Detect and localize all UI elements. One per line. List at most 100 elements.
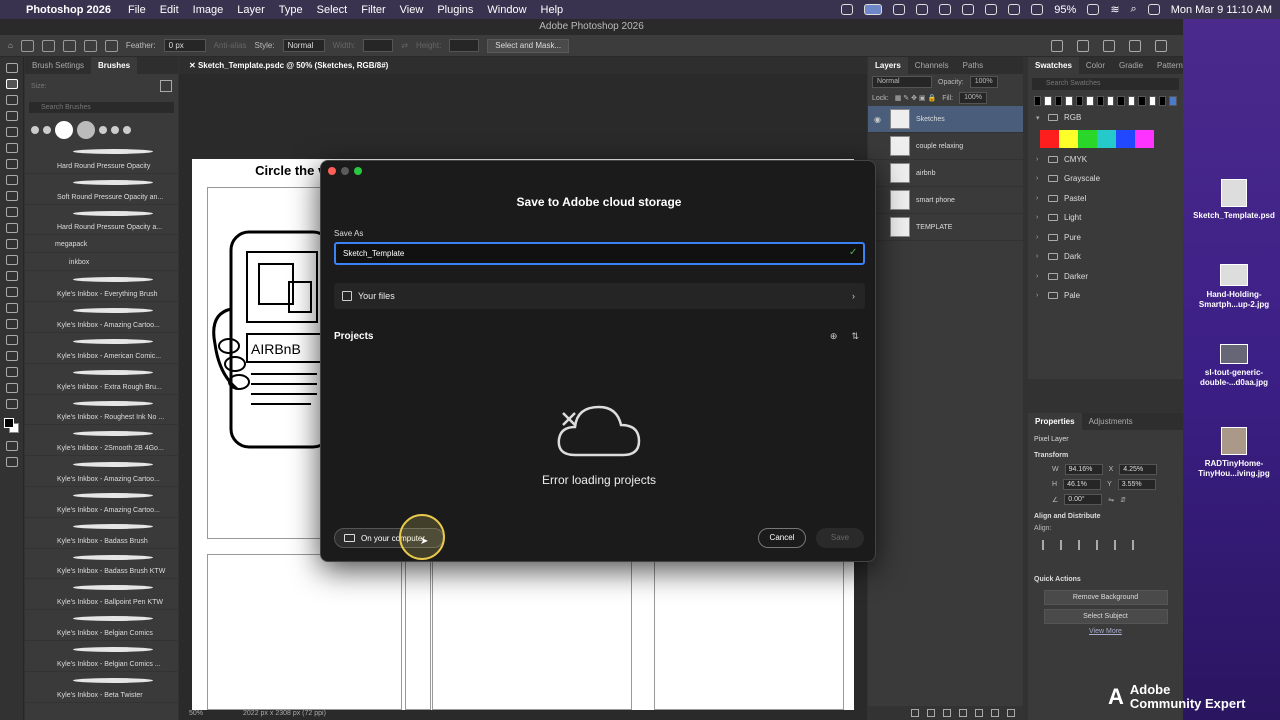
menu-select[interactable]: Select (310, 4, 355, 16)
height-input[interactable] (449, 39, 480, 52)
brush-preset[interactable]: Kyle's Inkbox - Belgian Comics ... (25, 641, 178, 672)
brush-preset[interactable]: Kyle's Inkbox - Badass Brush (25, 518, 178, 549)
brush-search-input[interactable]: Search Brushes (29, 102, 174, 113)
brush-preset[interactable]: Kyle's Inkbox - Beta Twister (25, 672, 178, 703)
swatch-group[interactable]: › Pale (1028, 286, 1183, 306)
zoom-level[interactable]: 50% (189, 710, 203, 720)
eyedropper-tool-icon[interactable] (5, 159, 18, 169)
color-swatch[interactable] (1135, 129, 1154, 148)
color-swatch[interactable] (1065, 96, 1073, 106)
swatch-group[interactable]: › CMYK (1028, 150, 1183, 170)
extension-icon[interactable] (841, 4, 854, 15)
style-select[interactable]: Normal (282, 39, 325, 52)
filename-input[interactable] (334, 242, 865, 265)
color-swatch[interactable] (1040, 129, 1059, 148)
menu-help[interactable]: Help (534, 4, 571, 16)
align-middle-icon[interactable] (1114, 540, 1122, 550)
dodge-tool-icon[interactable] (5, 287, 18, 297)
frame-tool-icon[interactable] (5, 143, 18, 153)
battery-percent[interactable]: 95% (1054, 4, 1076, 16)
brush-preset[interactable]: Kyle's Inkbox - 2Smooth 2B 4Go... (25, 425, 178, 457)
fill-input[interactable]: 100% (959, 92, 987, 104)
brush-preset[interactable]: Kyle's Inkbox - Amazing Cartoo... (25, 456, 178, 487)
document-tab[interactable]: ✕ Sketch_Template.psdc @ 50% (Sketches, … (179, 57, 867, 74)
menu-window[interactable]: Window (480, 4, 533, 16)
flip-horizontal-icon[interactable]: ⇋ (1108, 496, 1114, 504)
menu-image[interactable]: Image (186, 4, 231, 16)
tab-color[interactable]: Color (1079, 57, 1112, 74)
marquee-tool-icon[interactable] (5, 79, 18, 89)
color-swatch[interactable] (1059, 129, 1078, 148)
help-icon[interactable] (1103, 39, 1115, 52)
swatch-group[interactable]: › Light (1028, 208, 1183, 228)
color-swatch[interactable] (1075, 96, 1084, 106)
color-swatch[interactable] (1044, 96, 1052, 106)
height-input[interactable]: 46.1% (1063, 479, 1102, 490)
brush-tip[interactable] (55, 121, 73, 139)
width-input[interactable]: 94.16% (1064, 464, 1103, 475)
color-swatch[interactable] (1034, 96, 1042, 106)
menu-file[interactable]: File (121, 4, 153, 16)
visibility-eye-icon[interactable]: ◉ (874, 115, 884, 124)
new-selection-icon[interactable] (41, 39, 55, 52)
lock-icons[interactable]: ▦ ✎ ✥ ▣ 🔒 (895, 94, 936, 102)
flip-vertical-icon[interactable]: ⇵ (1120, 496, 1126, 504)
intersect-selection-icon[interactable] (104, 39, 118, 52)
desktop-file[interactable]: RADTinyHome-TinyHou...iving.jpg (1191, 427, 1277, 479)
menubar-clock[interactable]: Mon Mar 9 11:10 AM (1171, 4, 1272, 16)
brush-preset[interactable]: Soft Round Pressure Opacity an... (25, 174, 178, 205)
add-selection-icon[interactable] (62, 39, 76, 52)
color-swatch[interactable] (1148, 96, 1157, 106)
brush-preset[interactable]: Hard Round Pressure Opacity (25, 143, 178, 174)
new-project-icon[interactable]: ⊕ (830, 331, 838, 342)
swatch-group[interactable]: › Pastel (1028, 189, 1183, 209)
new-layer-icon[interactable] (991, 709, 999, 717)
color-swatch[interactable] (1054, 96, 1063, 106)
brush-preset[interactable]: Kyle's Inkbox - American Comic... (25, 333, 178, 364)
foreground-color-swatch[interactable] (4, 418, 14, 428)
cancel-button[interactable]: Cancel (758, 528, 806, 548)
align-center-icon[interactable] (1060, 540, 1068, 550)
sort-icon[interactable]: ⇅ (851, 331, 859, 342)
align-left-icon[interactable] (1042, 540, 1050, 550)
view-more-link[interactable]: View More (1028, 628, 1183, 635)
brush-preset[interactable]: Kyle's Inkbox - Roughest Ink No ... (25, 395, 178, 426)
share-icon[interactable] (1051, 39, 1063, 52)
x-input[interactable]: 4.25% (1119, 464, 1158, 475)
menu-layer[interactable]: Layer (230, 4, 272, 16)
gradient-tool-icon[interactable] (5, 255, 18, 265)
swap-icon[interactable]: ⇄ (401, 41, 408, 50)
lasso-tool-icon[interactable] (5, 95, 18, 105)
stamp-tool-icon[interactable] (5, 207, 18, 217)
color-swatch[interactable] (1106, 96, 1115, 106)
color-swatch[interactable] (1116, 129, 1135, 148)
new-brush-icon[interactable] (160, 80, 172, 92)
chevron-right-icon[interactable]: › (1036, 292, 1042, 299)
status-icon[interactable] (893, 4, 906, 15)
color-swatch[interactable] (1169, 96, 1177, 106)
control-center-icon[interactable] (1147, 4, 1160, 15)
menu-type[interactable]: Type (272, 4, 310, 16)
brush-tip[interactable] (99, 126, 107, 134)
layer-row[interactable]: smart phone (868, 187, 1023, 214)
chevron-right-icon[interactable]: › (1036, 214, 1042, 221)
crop-tool-icon[interactable] (5, 127, 18, 137)
chevron-right-icon[interactable]: › (1036, 195, 1042, 202)
brush-group[interactable]: inkbox (25, 253, 178, 272)
link-icon[interactable] (911, 709, 919, 717)
brush-preset[interactable]: Kyle's Inkbox - Amazing Cartoo... (25, 302, 178, 333)
brush-tool-icon[interactable] (5, 191, 18, 201)
color-swatch[interactable] (1138, 96, 1146, 106)
marquee-tool-icon[interactable] (20, 39, 34, 52)
chevron-right-icon[interactable]: › (1036, 156, 1042, 163)
trash-icon[interactable] (1007, 709, 1015, 717)
tab-brush-settings[interactable]: Brush Settings (25, 57, 91, 74)
brush-preset[interactable]: Hard Round Pressure Opacity a... (25, 205, 178, 236)
color-swatch[interactable] (1097, 129, 1116, 148)
save-button[interactable]: Save (816, 528, 864, 548)
layer-row[interactable]: ◉ Sketches (868, 106, 1023, 133)
status-icon[interactable] (985, 4, 998, 15)
healing-tool-icon[interactable] (5, 175, 18, 185)
screen-share-icon[interactable] (864, 4, 883, 15)
color-swatch[interactable] (1127, 96, 1136, 106)
